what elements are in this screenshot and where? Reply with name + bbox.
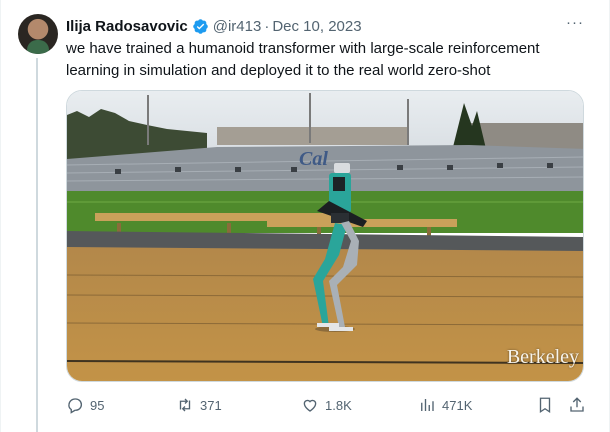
bookmark-button[interactable] — [536, 394, 554, 416]
frame-border-left — [0, 0, 1, 432]
header-separator: · — [264, 17, 270, 35]
reply-icon — [68, 398, 82, 414]
views-count: 471K — [442, 397, 473, 413]
views-bar-chart-icon — [421, 399, 434, 411]
tweet-header: Ilija Radosavovic @ir413 · Dec 10, 2023 — [66, 16, 362, 36]
like-button[interactable]: 1.8K — [301, 394, 352, 416]
views-button[interactable]: 471K — [418, 394, 472, 416]
thread-line — [36, 58, 38, 432]
more-options-icon[interactable]: ··· — [566, 14, 584, 31]
tweet-media-video[interactable]: Cal Berkeley — [66, 90, 584, 382]
bookmark-icon — [539, 397, 551, 414]
verified-badge-icon[interactable] — [192, 18, 209, 35]
stadium-sign: Cal — [299, 148, 328, 170]
retweet-icon — [179, 398, 191, 412]
share-icon — [570, 397, 584, 412]
retweet-button[interactable]: 371 — [176, 394, 222, 416]
like-count: 1.8K — [325, 397, 352, 413]
avatar[interactable] — [18, 14, 58, 54]
author-name[interactable]: Ilija Radosavovic — [66, 18, 188, 35]
tweet-text: we have trained a humanoid transformer w… — [66, 40, 540, 79]
reply-button[interactable]: 95 — [66, 394, 104, 416]
author-handle[interactable]: @ir413 — [213, 18, 262, 35]
berkeley-watermark: Berkeley — [506, 346, 579, 368]
share-button[interactable] — [568, 394, 586, 416]
stadium-robot-scene: Cal — [67, 91, 583, 381]
tweet-date[interactable]: Dec 10, 2023 — [272, 18, 361, 35]
retweet-count: 371 — [200, 397, 222, 413]
reply-count: 95 — [90, 397, 105, 413]
heart-icon — [303, 399, 317, 412]
tweet-actions-bar: 95 371 1.8K 471K — [66, 394, 586, 418]
